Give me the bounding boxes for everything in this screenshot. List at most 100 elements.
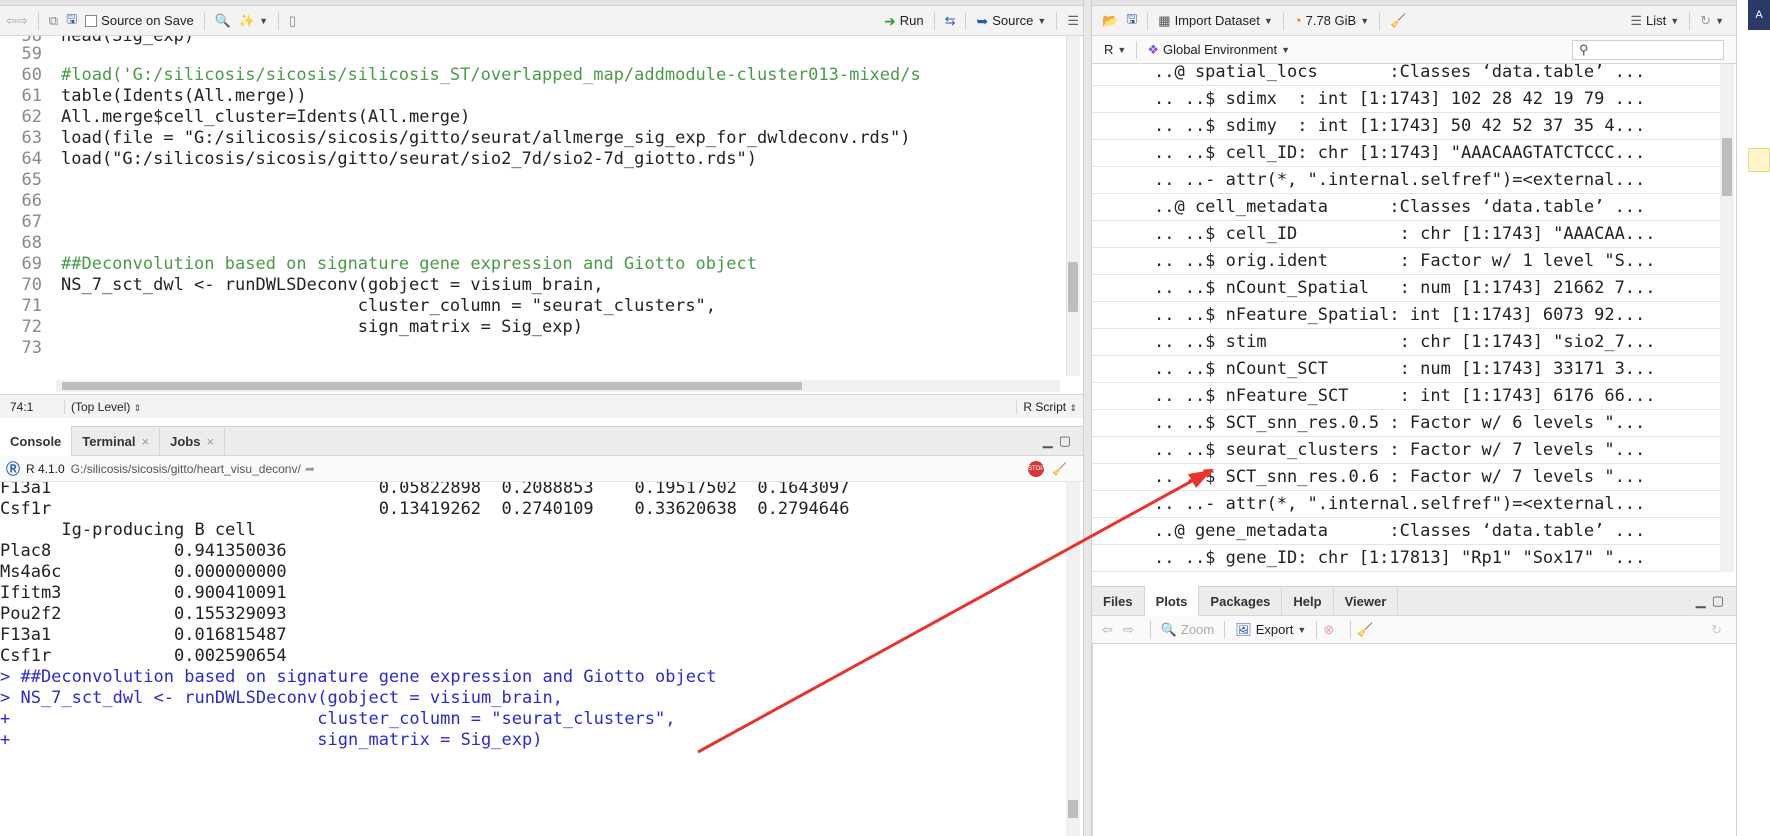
chevron-down-icon: ▼ [1263, 15, 1273, 26]
list-item[interactable]: .. ..$ gene_ID: chr [1:17813] "Rp1" "Sox… [1092, 545, 1720, 572]
list-item[interactable]: ..@ cell_metadata :Classes ‘data.table’ … [1092, 194, 1720, 221]
import-dataset-button[interactable]: ▦ Import Dataset ▼ [1154, 10, 1276, 32]
save-workspace-icon[interactable]: 🖫 [1122, 10, 1141, 32]
tab-console[interactable]: Console [0, 426, 73, 456]
list-item[interactable]: .. ..$ stim : chr [1:1743] "sio2_7... [1092, 329, 1720, 356]
list-item[interactable]: .. ..$ cell_ID : chr [1:1743] "AAACAA... [1092, 221, 1720, 248]
source-on-save-label: Source on Save [101, 13, 194, 28]
editor-scroll-thumb[interactable] [1068, 262, 1078, 312]
file-type-selector[interactable]: R Script ⇕ [1016, 399, 1083, 414]
back-arrow-icon[interactable]: ⇦⇨ [2, 10, 32, 32]
refresh-icon[interactable]: ↻ ▼ [1696, 10, 1728, 32]
rerun-icon[interactable]: ⇆ [941, 10, 960, 32]
list-item[interactable]: ..@ spatial_locs :Classes ‘data.table’ .… [1092, 64, 1720, 86]
toolbar-separator [965, 11, 967, 30]
source-arrow-icon: ➥ [976, 12, 989, 29]
console-vertical-scrollbar[interactable] [1066, 482, 1080, 836]
memory-usage-button[interactable]: ◔ 7.78 GiB ▼ [1290, 10, 1373, 32]
find-replace-icon[interactable]: 🔍 [211, 10, 235, 32]
list-item[interactable]: .. ..$ nCount_Spatial : num [1:1743] 216… [1092, 275, 1720, 302]
list-item[interactable]: .. ..$ seurat_clusters : Factor w/ 7 lev… [1092, 437, 1720, 464]
checkbox-box[interactable] [85, 14, 98, 27]
plot-viewer[interactable] [1092, 644, 1736, 836]
export-button[interactable]: 🖼 Export ▼ [1231, 619, 1310, 641]
working-directory[interactable]: G:/silicosis/sicosis/gitto/heart_visu_de… [71, 462, 301, 476]
code-editor[interactable]: 58 head(Sig_exp) 59 60 #load('G:/silicosis… [0, 36, 1070, 376]
maximize-pane-icon[interactable]: ▢ [1712, 593, 1724, 609]
editor-status-bar: 74:1 (Top Level) ⇕ R Script ⇕ [0, 394, 1083, 418]
console-tab-bar: Console Terminal × Jobs × ▁ ▢ [0, 426, 1083, 456]
console-scroll-thumb[interactable] [1068, 800, 1078, 818]
clear-workspace-broom-icon[interactable]: 🧹 [1386, 10, 1410, 32]
remove-plot-icon[interactable]: ⊗ [1323, 622, 1334, 638]
list-item[interactable]: .. ..$ nFeature_SCT : int [1:1743] 6176 … [1092, 383, 1720, 410]
list-item[interactable]: .. ..$ SCT_snn_res.0.5 : Factor w/ 6 lev… [1092, 410, 1720, 437]
code-tools-wand-icon[interactable]: ✨ ▼ [235, 10, 272, 32]
language-selector[interactable]: R ▼ [1100, 39, 1130, 61]
minimize-pane-icon[interactable]: ▁ [1696, 593, 1706, 609]
maximize-pane-icon[interactable]: ▢ [1059, 433, 1071, 449]
list-item[interactable]: .. ..$ nFeature_Spatial: int [1:1743] 60… [1092, 302, 1720, 329]
editor-hscroll-thumb[interactable] [62, 382, 802, 390]
minimize-pane-icon[interactable]: ▁ [1043, 433, 1053, 449]
source-on-save-checkbox[interactable]: Source on Save [81, 10, 198, 32]
list-item[interactable]: .. ..$ sdimy : int [1:1743] 50 42 52 37 … [1092, 113, 1720, 140]
scope-selector[interactable]: (Top Level) ⇕ [64, 399, 141, 414]
chevron-down-icon: ▼ [1297, 624, 1307, 635]
next-plot-icon[interactable]: ⇨ [1123, 622, 1134, 638]
show-in-window-icon[interactable]: ⧉ [45, 10, 62, 32]
list-item-text: .. ..$ stim : chr [1:1743] "sio2_7... [1154, 332, 1656, 352]
view-mode-selector[interactable]: ☰ List ▼ [1626, 10, 1683, 32]
environment-list[interactable]: ..@ spatial_locs :Classes ‘data.table’ .… [1092, 64, 1720, 572]
document-outline-icon[interactable]: ☰ [1063, 10, 1083, 32]
list-item[interactable]: .. ..$ sdimx : int [1:1743] 102 28 42 19… [1092, 86, 1720, 113]
sticky-note-edge[interactable] [1748, 148, 1770, 172]
files-plots-tab-bar: Files Plots Packages Help Viewer ▁ ▢ [1092, 586, 1736, 616]
tab-jobs[interactable]: Jobs × [160, 426, 226, 456]
tab-plots[interactable]: Plots [1144, 586, 1200, 616]
list-item-text: .. ..$ SCT_snn_res.0.5 : Factor w/ 6 lev… [1154, 413, 1646, 433]
pane-splitter[interactable] [1083, 0, 1092, 836]
tab-terminal[interactable]: Terminal × [72, 426, 161, 456]
list-item[interactable]: .. ..- attr(*, ".internal.selfref")=<ext… [1092, 167, 1720, 194]
list-item[interactable]: .. ..$ orig.ident : Factor w/ 1 level "S… [1092, 248, 1720, 275]
environment-scroll-thumb[interactable] [1722, 138, 1732, 196]
list-item[interactable]: .. ..$ cell_ID: chr [1:1743] "AAACAAGTAT… [1092, 140, 1720, 167]
environment-selector[interactable]: ❖ Global Environment ▼ [1143, 39, 1294, 61]
list-item-text: .. ..$ gene_ID: chr [1:17813] "Rp1" "Sox… [1154, 548, 1646, 568]
zoom-button[interactable]: 🔍 Zoom [1157, 619, 1218, 641]
clear-console-broom-icon[interactable]: 🧹 [1052, 462, 1067, 476]
taskbar-edge-icon[interactable]: A [1748, 0, 1770, 30]
clear-plots-broom-icon[interactable]: 🧹 [1357, 622, 1373, 638]
plots-toolbar: ⇦ ⇨ 🔍 Zoom 🖼 Export ▼ ⊗ 🧹 ↻ [1092, 616, 1736, 644]
console-output[interactable]: F13a1 0.05822898 0.2088853 0.19517502 0.… [0, 482, 1066, 836]
list-item-text: ..@ cell_metadata :Classes ‘data.table’ … [1154, 197, 1646, 217]
go-to-directory-icon[interactable]: ➦ [305, 462, 315, 476]
close-icon[interactable]: × [142, 434, 150, 449]
toolbar-separator [203, 11, 205, 30]
previous-plot-icon[interactable]: ⇦ [1102, 622, 1113, 638]
environment-icon: ❖ [1147, 41, 1159, 57]
tab-files[interactable]: Files [1092, 586, 1145, 616]
environment-search-input[interactable]: ⚲ [1572, 40, 1724, 60]
compile-report-icon[interactable]: ▯ [285, 10, 300, 32]
open-folder-icon[interactable]: 📂 [1098, 10, 1122, 32]
list-item[interactable]: .. ..$ nCount_SCT : num [1:1743] 33171 3… [1092, 356, 1720, 383]
tab-help[interactable]: Help [1282, 586, 1334, 616]
editor-vertical-scrollbar[interactable] [1066, 36, 1080, 376]
list-item[interactable]: .. ..$ SCT_snn_res.0.6 : Factor w/ 7 lev… [1092, 464, 1720, 491]
refresh-icon[interactable]: ↻ [1711, 622, 1722, 638]
source-button[interactable]: ➥ Source ▼ [972, 10, 1050, 32]
list-item[interactable]: ..@ gene_metadata :Classes ‘data.table’ … [1092, 518, 1720, 545]
chevron-down-icon[interactable]: ▼ [1037, 16, 1046, 26]
list-item[interactable]: .. ..- attr(*, ".internal.selfref")=<ext… [1092, 491, 1720, 518]
list-item-text: .. ..$ cell_ID : chr [1:1743] "AAACAA... [1154, 224, 1656, 244]
list-item-text: .. ..$ seurat_clusters : Factor w/ 7 lev… [1154, 440, 1646, 460]
tab-packages[interactable]: Packages [1199, 586, 1283, 616]
close-icon[interactable]: × [206, 434, 214, 449]
list-item-text: ..@ gene_metadata :Classes ‘data.table’ … [1154, 521, 1646, 541]
run-button[interactable]: ➜ Run [880, 10, 928, 32]
stop-icon[interactable]: STOP [1028, 460, 1044, 477]
tab-viewer[interactable]: Viewer [1334, 586, 1399, 616]
save-icon[interactable]: 🖫 [62, 10, 81, 32]
